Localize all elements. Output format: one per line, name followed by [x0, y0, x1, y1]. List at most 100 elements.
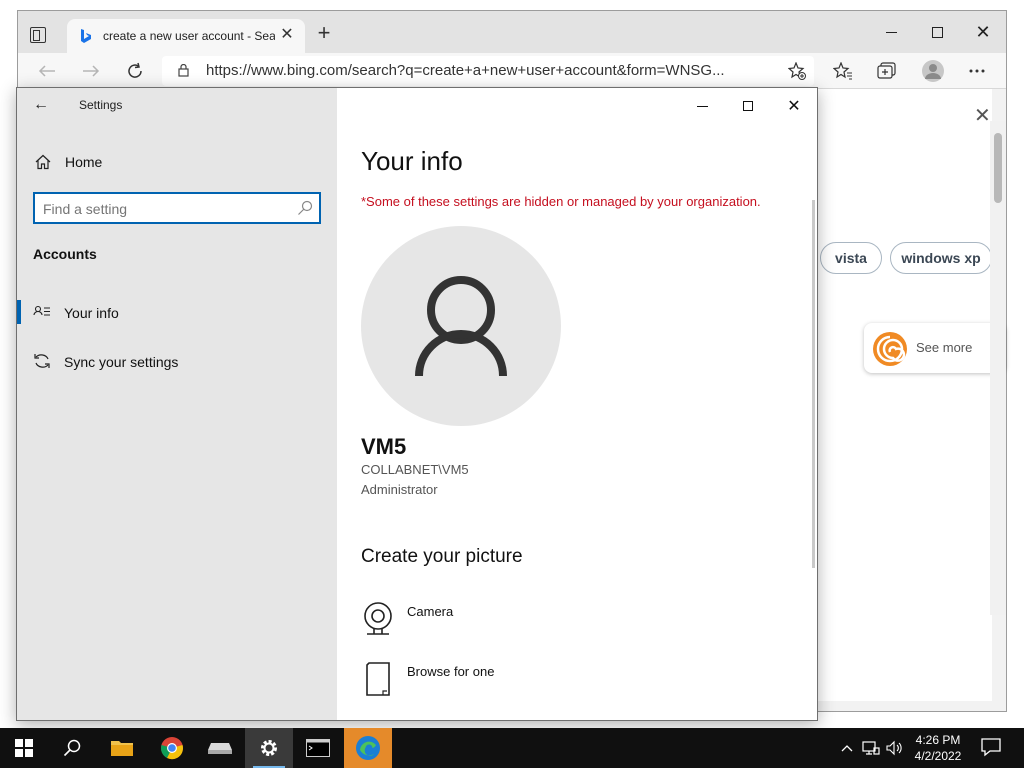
back-arrow-icon[interactable]: ← — [33, 96, 53, 116]
system-clock[interactable]: 4:26 PM 4/2/2022 — [908, 732, 968, 764]
volume-button[interactable] — [884, 728, 906, 768]
add-favorite-icon[interactable] — [788, 62, 806, 80]
more-dots-icon — [969, 69, 985, 73]
organization-managed-notice: *Some of these settings are hidden or ma… — [361, 194, 761, 209]
chrome-icon — [161, 737, 183, 760]
favorites-icon — [833, 62, 852, 80]
user-silhouette-icon — [415, 276, 507, 377]
browser-tab-bar: create a new user account - Sear ✕ + ✕ — [18, 11, 1006, 53]
edge-icon — [356, 736, 380, 760]
camera-option-label: Camera — [407, 604, 454, 619]
volume-icon — [886, 740, 902, 756]
browse-file-icon — [366, 662, 390, 696]
taskbar: 4:26 PM 4/2/2022 — [0, 728, 1024, 768]
edge-taskbar-button[interactable] — [344, 728, 392, 768]
nav-item-label: Your info — [64, 305, 119, 321]
bing-panel-close-icon[interactable]: ✕ — [974, 103, 991, 128]
clock-date: 4/2/2022 — [914, 749, 962, 763]
settings-search-input[interactable] — [43, 199, 283, 219]
collections-button[interactable] — [874, 59, 900, 83]
browse-option-label: Browse for one — [407, 664, 495, 679]
nav-item-label: Sync your settings — [64, 354, 179, 370]
address-url: https://www.bing.com/search?q=create+a+n… — [206, 62, 725, 79]
drive-button[interactable] — [196, 728, 244, 768]
forward-arrow-icon — [83, 65, 100, 77]
bing-favicon-icon — [81, 29, 91, 43]
maximize-icon — [743, 101, 753, 111]
browser-tab[interactable]: create a new user account - Sear ✕ — [67, 19, 305, 53]
settings-close-button[interactable]: ✕ — [771, 92, 817, 120]
settings-search-box[interactable] — [33, 192, 321, 224]
nav-item-sync-settings[interactable]: Sync your settings — [17, 349, 337, 375]
start-icon — [15, 739, 33, 757]
network-icon — [862, 741, 880, 755]
settings-scrollbar[interactable] — [812, 200, 815, 568]
see-more-label: See more — [916, 340, 973, 355]
tab-close-button[interactable]: ✕ — [277, 25, 297, 45]
nav-home[interactable]: Home — [33, 152, 333, 176]
profile-avatar-icon — [922, 60, 944, 82]
user-domain: COLLABNET\VM5 — [361, 462, 469, 477]
browser-maximize-button[interactable] — [914, 17, 960, 47]
maximize-icon — [931, 26, 943, 38]
terminal-button[interactable] — [294, 728, 342, 768]
tab-title: create a new user account - Sear — [103, 29, 275, 43]
sync-icon — [34, 354, 50, 368]
address-bar[interactable]: https://www.bing.com/search?q=create+a+n… — [162, 56, 814, 86]
settings-minimize-button[interactable] — [679, 92, 725, 120]
bing-results-pane — [818, 89, 992, 701]
minimize-icon — [696, 105, 708, 107]
file-explorer-button[interactable] — [98, 728, 146, 768]
account-avatar — [361, 226, 561, 426]
page-title: Your info — [361, 146, 463, 176]
browse-option[interactable]: Browse for one — [361, 660, 561, 700]
new-tab-button[interactable]: + — [314, 22, 334, 44]
person-card-icon — [33, 305, 50, 316]
section-heading: Accounts — [33, 246, 97, 262]
see-more-button[interactable]: See more — [864, 323, 1006, 373]
related-search-pill[interactable]: windows xp — [890, 242, 992, 274]
close-icon: ✕ — [787, 98, 801, 115]
close-icon: ✕ — [975, 21, 991, 42]
start-button[interactable] — [0, 728, 48, 768]
nav-home-label: Home — [65, 154, 103, 170]
taskbar-search-button[interactable] — [48, 728, 96, 768]
network-button[interactable] — [860, 728, 882, 768]
chrome-button[interactable] — [148, 728, 196, 768]
spiral-logo-icon — [873, 332, 907, 366]
browser-toolbar: https://www.bing.com/search?q=create+a+n… — [18, 53, 1006, 89]
tab-actions-icon[interactable] — [30, 27, 46, 43]
back-button[interactable] — [34, 59, 60, 83]
settings-taskbar-button[interactable] — [245, 728, 293, 768]
settings-sidebar: ← Settings Home Accounts Your info Sync … — [17, 88, 337, 720]
browser-scrollbar[interactable] — [990, 121, 1006, 615]
browser-close-button[interactable]: ✕ — [960, 17, 1006, 47]
settings-maximize-button[interactable] — [725, 92, 771, 120]
browser-minimize-button[interactable] — [868, 17, 914, 47]
selection-indicator — [17, 300, 21, 324]
more-menu-button[interactable] — [964, 59, 990, 83]
lock-icon — [178, 64, 189, 77]
create-picture-heading: Create your picture — [361, 546, 523, 567]
user-name: VM5 — [361, 434, 407, 459]
show-hidden-icons-button[interactable] — [838, 728, 856, 768]
settings-icon — [261, 740, 277, 756]
settings-window: ← Settings Home Accounts Your info Sync … — [16, 87, 818, 721]
minimize-icon — [885, 31, 897, 33]
camera-option[interactable]: Camera — [361, 600, 561, 640]
related-search-pill[interactable]: vista — [820, 242, 882, 274]
forward-button[interactable] — [78, 59, 104, 83]
notification-icon[interactable] — [980, 736, 1002, 758]
search-icon — [63, 739, 81, 757]
nav-item-your-info[interactable]: Your info — [17, 300, 337, 326]
drive-icon — [208, 743, 232, 754]
favorites-button[interactable] — [830, 59, 856, 83]
scrollbar-thumb[interactable] — [994, 133, 1002, 203]
home-icon — [35, 154, 51, 170]
profile-button[interactable] — [920, 59, 946, 83]
refresh-button[interactable] — [122, 59, 148, 83]
clock-time: 4:26 PM — [915, 733, 961, 747]
refresh-icon — [128, 62, 142, 78]
settings-content: ✕ Your info *Some of these settings are … — [337, 88, 817, 720]
collections-icon — [877, 62, 896, 79]
